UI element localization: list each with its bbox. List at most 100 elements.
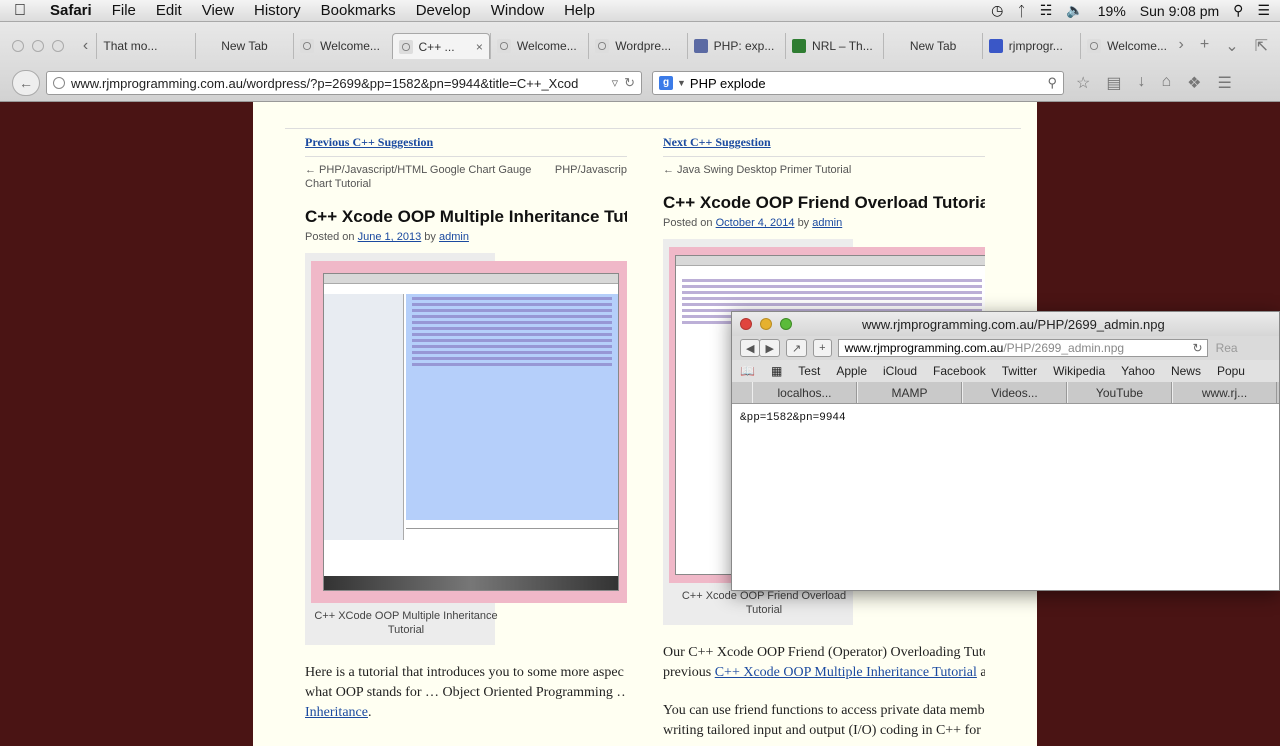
tab[interactable]: NRL – Th... bbox=[785, 33, 883, 59]
share-icon[interactable]: ↗ bbox=[785, 339, 808, 357]
url-path[interactable]: /PHP/2699_admin.npg bbox=[1003, 340, 1124, 356]
menu-edit[interactable]: Edit bbox=[146, 2, 192, 19]
url-dropdown-icon[interactable]: ▿ bbox=[612, 75, 619, 91]
battery-status[interactable]: 19% bbox=[1098, 3, 1126, 19]
zoom-window-button[interactable] bbox=[780, 318, 792, 330]
url-host[interactable]: www.rjmprogramming.com.au bbox=[845, 340, 1004, 356]
download-icon[interactable]: ↓ bbox=[1137, 73, 1145, 93]
favorite-item[interactable]: iCloud bbox=[883, 364, 917, 378]
wifi-icon[interactable]: ☵ bbox=[1040, 2, 1053, 19]
tab-list-chevron-down-icon[interactable]: ⌄ bbox=[1225, 36, 1238, 56]
forward-button[interactable]: ▶ bbox=[759, 339, 780, 357]
close-tab-icon[interactable]: × bbox=[476, 40, 483, 54]
time-machine-icon[interactable]: ◷ bbox=[991, 2, 1003, 19]
tab[interactable]: New Tab bbox=[883, 33, 981, 59]
post-title[interactable]: C++ Xcode OOP Multiple Inheritance Tut bbox=[305, 207, 627, 227]
popup-tab[interactable]: www.rj... bbox=[1172, 382, 1277, 403]
tab-active[interactable]: C++ ... × bbox=[391, 33, 490, 59]
favorite-item-news[interactable]: News bbox=[1171, 364, 1201, 378]
reader-button[interactable]: Rea bbox=[1216, 341, 1238, 355]
popup-address-bar[interactable]: www.rjmprogramming.com.au/PHP/2699_admin… bbox=[837, 339, 1208, 357]
menu-window[interactable]: Window bbox=[481, 2, 554, 19]
engine-dropdown-icon[interactable]: ▼ bbox=[677, 78, 686, 88]
popup-tab[interactable]: YouTube bbox=[1067, 382, 1172, 403]
menu-history[interactable]: History bbox=[244, 2, 311, 19]
next-post-link[interactable]: PHP/Javascrip bbox=[555, 163, 627, 201]
back-button[interactable]: ← bbox=[12, 70, 40, 96]
author-link[interactable]: admin bbox=[812, 217, 842, 229]
tab[interactable]: rjmprogr... bbox=[981, 33, 1080, 59]
home-icon[interactable]: ⌂ bbox=[1161, 73, 1171, 93]
extensions-icon[interactable]: ❖ bbox=[1187, 73, 1201, 93]
tab-bar: ‹ That mo... New Tab Welcome... C++ ... ×… bbox=[0, 32, 1280, 60]
menu-view[interactable]: View bbox=[192, 2, 244, 19]
notification-center-icon[interactable]: ☰ bbox=[1257, 2, 1270, 19]
reload-icon[interactable]: ↻ bbox=[1193, 340, 1203, 356]
favorite-item[interactable]: Twitter bbox=[1002, 364, 1037, 378]
popup-tab[interactable]: Videos... bbox=[962, 382, 1067, 403]
xcode-screenshot-image[interactable] bbox=[311, 261, 627, 603]
zoom-window-button[interactable] bbox=[52, 40, 64, 52]
reading-list-icon[interactable]: 📖 bbox=[740, 364, 755, 378]
menu-bookmarks[interactable]: Bookmarks bbox=[311, 2, 406, 19]
favorite-item[interactable]: Facebook bbox=[933, 364, 986, 378]
bluetooth-icon[interactable]: ᛏ bbox=[1017, 3, 1025, 19]
tab[interactable]: That mo... bbox=[96, 33, 194, 59]
address-text[interactable]: www.rjmprogramming.com.au/wordpress/?p=2… bbox=[71, 76, 606, 91]
new-tab-button[interactable]: + bbox=[813, 339, 832, 357]
menu-app[interactable]: Safari bbox=[40, 2, 102, 19]
favorite-item[interactable]: Wikipedia bbox=[1053, 364, 1105, 378]
author-link[interactable]: admin bbox=[439, 231, 469, 243]
volume-icon[interactable]: 🔈 bbox=[1066, 2, 1083, 19]
address-bar[interactable]: www.rjmprogramming.com.au/wordpress/?p=2… bbox=[46, 71, 642, 95]
tabs-scroll-left-icon[interactable]: ‹ bbox=[75, 37, 97, 55]
menu-help[interactable]: Help bbox=[554, 2, 605, 19]
minimize-window-button[interactable] bbox=[32, 40, 44, 52]
top-sites-grid-icon[interactable]: ▦ bbox=[771, 364, 782, 378]
minimize-window-button[interactable] bbox=[760, 318, 772, 330]
search-input[interactable]: PHP explode bbox=[690, 76, 1048, 91]
new-tab-icon[interactable]: + bbox=[1200, 36, 1209, 56]
bookmark-star-icon[interactable]: ☆ bbox=[1076, 73, 1090, 93]
excerpt-text: a bbox=[980, 665, 985, 680]
clock[interactable]: Sun 9:08 pm bbox=[1140, 3, 1219, 19]
tab[interactable]: Welcome... bbox=[1080, 33, 1178, 59]
favorite-item[interactable]: Yahoo bbox=[1121, 364, 1155, 378]
popup-titlebar[interactable]: www.rjmprogramming.com.au/PHP/2699_admin… bbox=[732, 312, 1279, 336]
tab[interactable]: PHP: exp... bbox=[686, 33, 785, 59]
google-search-engine-icon[interactable]: g bbox=[659, 76, 673, 90]
popup-tab[interactable]: localhos... bbox=[752, 382, 857, 403]
previous-suggestion-link[interactable]: Previous C++ Suggestion bbox=[305, 132, 627, 152]
popup-tab[interactable]: MAMP bbox=[857, 382, 962, 403]
tab[interactable]: Welcome... bbox=[489, 33, 588, 59]
favorite-item[interactable]: Test bbox=[798, 364, 820, 378]
fullscreen-icon[interactable]: ⇱ bbox=[1255, 36, 1268, 56]
menu-file[interactable]: File bbox=[102, 2, 146, 19]
back-button[interactable]: ◀ bbox=[740, 339, 761, 357]
menu-icon[interactable]: ☰ bbox=[1217, 73, 1231, 93]
favorite-item[interactable]: Popu bbox=[1217, 364, 1245, 378]
post-title[interactable]: C++ Xcode OOP Friend Overload Tutoria bbox=[663, 193, 985, 213]
tab[interactable]: Welcome... bbox=[293, 33, 391, 59]
close-window-button[interactable] bbox=[12, 40, 24, 52]
multiple-inheritance-link[interactable]: C++ Xcode OOP Multiple Inheritance Tutor… bbox=[715, 665, 977, 680]
apple-icon[interactable]:  bbox=[0, 2, 40, 20]
reading-list-icon[interactable]: ▤ bbox=[1106, 73, 1121, 93]
post-date-link[interactable]: June 1, 2013 bbox=[358, 231, 422, 243]
tabs-scroll-right-icon[interactable]: › bbox=[1179, 36, 1184, 56]
favorite-item[interactable]: Apple bbox=[836, 364, 867, 378]
spotlight-search-icon[interactable]: ⚲ bbox=[1233, 2, 1243, 19]
previous-post-link[interactable]: ← Java Swing Desktop Primer Tutorial bbox=[663, 163, 903, 187]
previous-post-link[interactable]: ← PHP/Javascript/HTML Google Chart Gauge… bbox=[305, 163, 535, 201]
close-window-button[interactable] bbox=[740, 318, 752, 330]
next-suggestion-link[interactable]: Next C++ Suggestion bbox=[663, 132, 985, 152]
popup-browser-window[interactable]: www.rjmprogramming.com.au/PHP/2699_admin… bbox=[731, 311, 1280, 591]
inheritance-link[interactable]: Inheritance bbox=[305, 705, 368, 720]
post-date-link[interactable]: October 4, 2014 bbox=[716, 217, 795, 229]
search-icon[interactable]: ⚲ bbox=[1047, 75, 1057, 91]
tab[interactable]: New Tab bbox=[194, 33, 293, 59]
menu-develop[interactable]: Develop bbox=[406, 2, 481, 19]
reload-icon[interactable]: ↻ bbox=[624, 75, 635, 91]
tab[interactable]: Wordpre... bbox=[588, 33, 686, 59]
search-bar[interactable]: g ▼ PHP explode ⚲ bbox=[652, 71, 1064, 95]
